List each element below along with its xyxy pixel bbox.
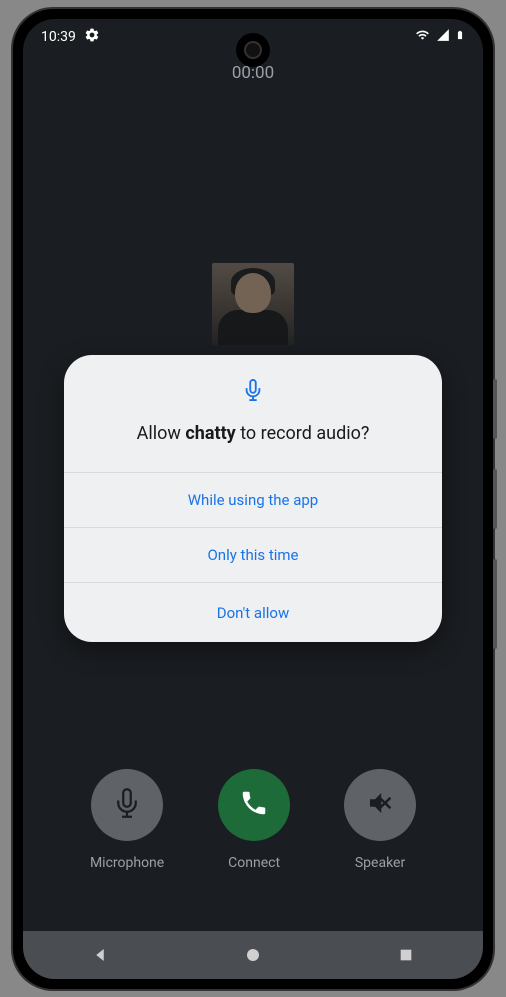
phone-frame: 10:39 00:00 [13,9,493,989]
permission-dialog-title: Allow chatty to record audio? [84,423,422,444]
camera-notch [236,33,270,67]
permission-dialog-overlay: Allow chatty to record audio? While usin… [23,19,483,979]
permission-while-using-button[interactable]: While using the app [64,472,442,527]
phone-screen: 10:39 00:00 [23,19,483,979]
permission-dont-allow-button[interactable]: Don't allow [64,582,442,642]
permission-dialog: Allow chatty to record audio? While usin… [64,355,442,642]
microphone-permission-icon [242,379,264,401]
permission-only-this-time-button[interactable]: Only this time [64,527,442,582]
